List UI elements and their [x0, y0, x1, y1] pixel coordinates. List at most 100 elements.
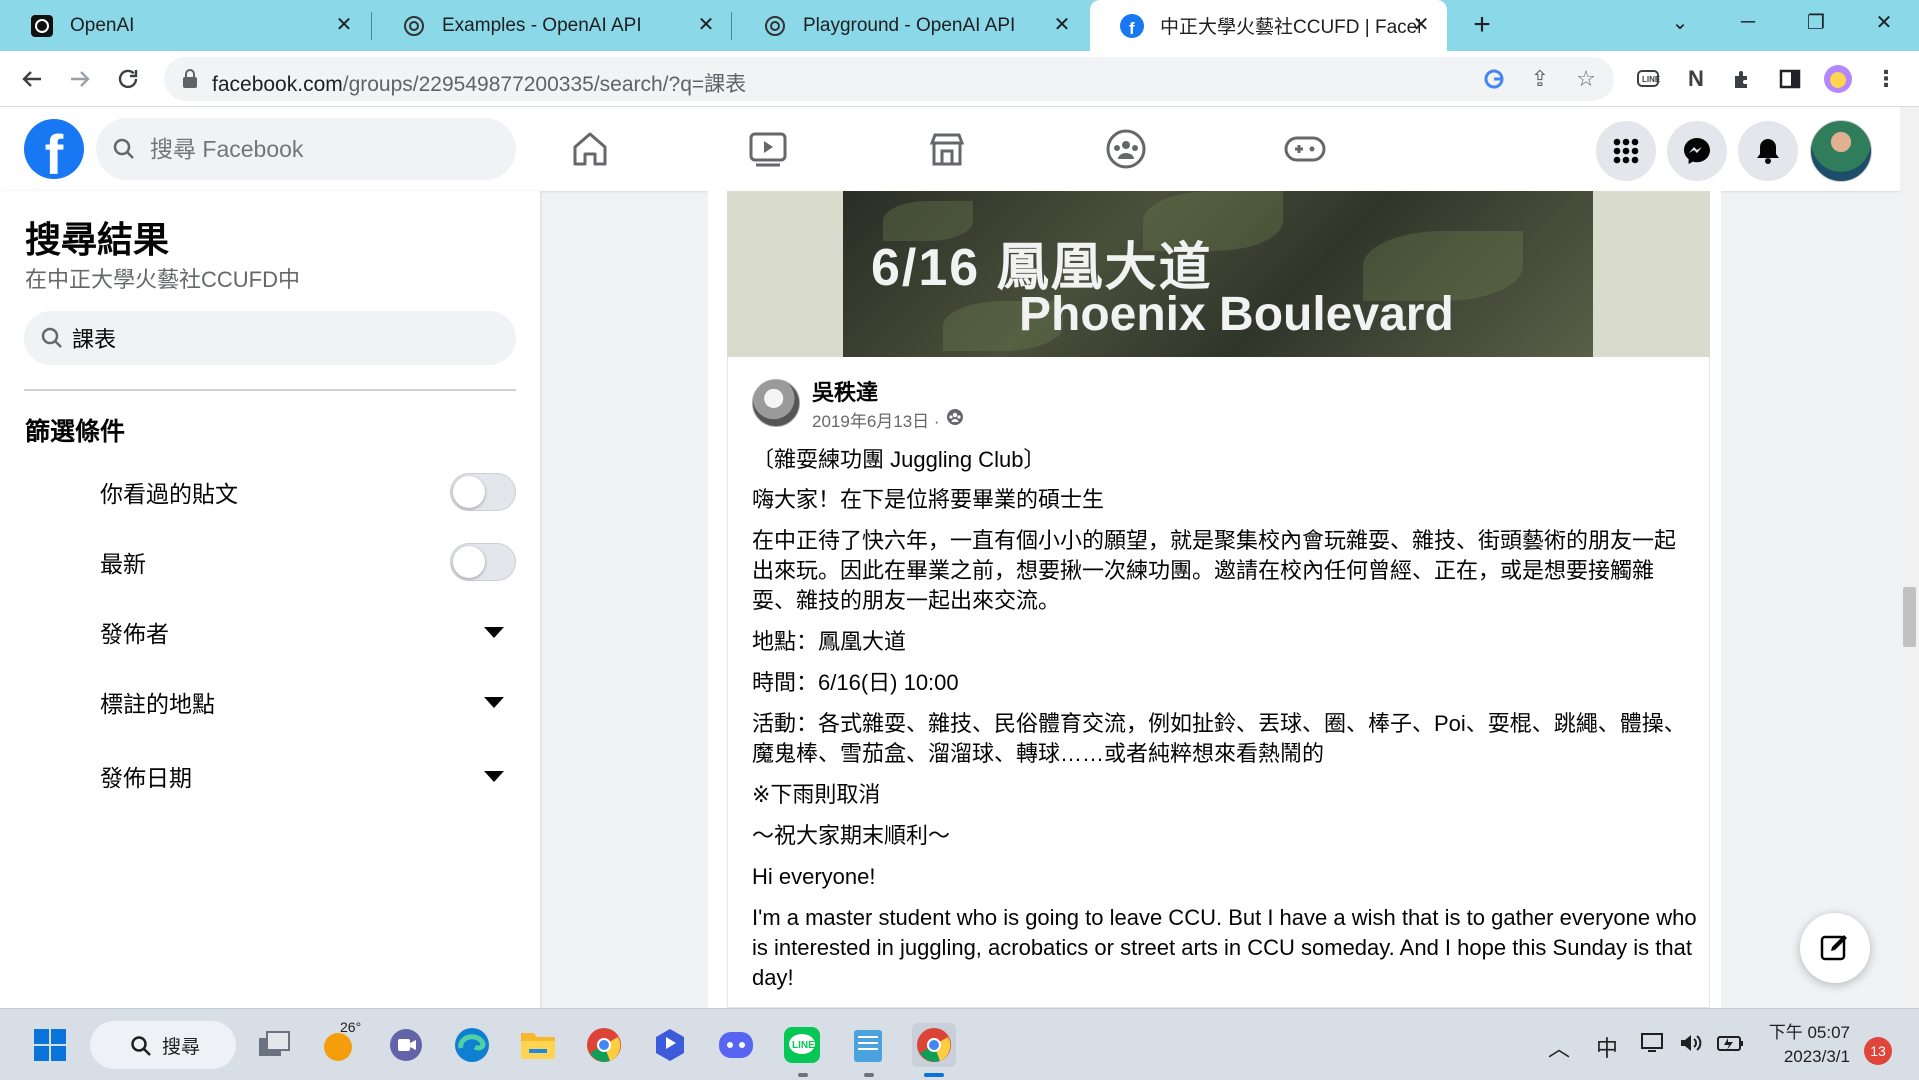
page-scrollbar[interactable]: [1900, 107, 1919, 1008]
chrome-active-icon[interactable]: [912, 1023, 956, 1067]
close-tab-icon[interactable]: ✕: [694, 13, 718, 37]
filter-label: 最新: [100, 551, 146, 577]
side-panel-icon[interactable]: [1774, 63, 1806, 95]
extensions-puzzle-icon[interactable]: [1726, 63, 1758, 95]
tab-separator: [731, 12, 732, 40]
search-icon: [130, 1035, 152, 1063]
back-button[interactable]: [14, 61, 50, 97]
tab-playground[interactable]: Playground - OpenAI API ✕: [733, 0, 1088, 51]
post-event-image[interactable]: 6/16 鳳凰大道 Phoenix Boulevard: [843, 191, 1593, 357]
network-icon[interactable]: [1640, 1031, 1666, 1061]
menu-grid-icon[interactable]: [1596, 121, 1656, 181]
bing-chat-icon[interactable]: [648, 1023, 692, 1067]
forward-button[interactable]: [62, 61, 98, 97]
close-tab-icon[interactable]: ✕: [1050, 13, 1074, 37]
dropdown-caret-icon[interactable]: [484, 626, 504, 638]
image-caption-place: Phoenix Boulevard: [1019, 288, 1454, 341]
privacy-group-icon: [946, 408, 964, 431]
filter-tagged-location[interactable]: 標註的地點: [100, 678, 516, 726]
filter-posted-by[interactable]: 發佈者: [100, 608, 516, 656]
post-meta: 2019年6月13日 ·: [812, 407, 964, 432]
active-indicator: [924, 1073, 944, 1077]
notification-count-badge[interactable]: 13: [1864, 1037, 1892, 1065]
tab-title: Playground - OpenAI API: [803, 14, 1016, 36]
minimize-button[interactable]: ─: [1718, 0, 1778, 44]
new-tab-button[interactable]: +: [1464, 8, 1500, 44]
profile-avatar-icon[interactable]: [1822, 63, 1854, 95]
tab-openai[interactable]: OpenAI ✕: [0, 0, 370, 51]
close-tab-icon[interactable]: ✕: [332, 13, 356, 37]
close-tab-icon[interactable]: ✕: [1409, 13, 1433, 37]
notifications-bell-icon[interactable]: [1738, 121, 1798, 181]
post-paragraph: 地點：鳳凰大道: [752, 629, 907, 654]
marketplace-icon[interactable]: [917, 119, 977, 179]
home-icon[interactable]: [560, 119, 620, 179]
task-view-icon[interactable]: [252, 1023, 296, 1067]
reload-button[interactable]: [110, 61, 146, 97]
dropdown-caret-icon[interactable]: [484, 696, 504, 708]
input-method-indicator[interactable]: 中: [1596, 1031, 1618, 1063]
post-author[interactable]: 吳秩達: [812, 375, 878, 407]
chrome-icon[interactable]: [582, 1023, 626, 1067]
author-avatar[interactable]: [752, 379, 800, 427]
filter-seen-posts[interactable]: 你看過的貼文: [100, 468, 516, 516]
gaming-icon[interactable]: [1275, 119, 1335, 179]
post-paragraph: ※下雨則取消: [752, 782, 881, 807]
filter-latest[interactable]: 最新: [100, 538, 516, 586]
filter-date-posted[interactable]: 發佈日期: [100, 752, 516, 800]
system-clock[interactable]: 下午 05:07 2023/3/1: [1758, 1021, 1850, 1069]
dropdown-caret-icon[interactable]: [484, 770, 504, 782]
url-domain: facebook.com: [212, 73, 343, 96]
address-bar[interactable]: facebook.com/groups/229549877200335/sear…: [164, 57, 1614, 101]
restore-button[interactable]: ❐: [1786, 0, 1846, 44]
facebook-logo-icon[interactable]: f: [24, 119, 84, 179]
scrollbar-thumb[interactable]: [1903, 587, 1916, 647]
taskbar-search-box[interactable]: 搜尋: [90, 1021, 236, 1069]
new-message-button[interactable]: [1800, 913, 1870, 983]
url-path: /groups/229549877200335/search/?q=課表: [342, 73, 747, 96]
openai-icon: [763, 14, 787, 38]
weather-widget-icon[interactable]: 26°: [318, 1019, 362, 1067]
groups-icon[interactable]: [1096, 119, 1156, 179]
post-paragraph: 活動：各式雜耍、雜技、民俗體育交流，例如扯鈴、丟球、圈、棒子、Poi、耍棍、跳繩…: [752, 711, 1686, 766]
post-paragraph: 在中正待了快六年，一直有個小小的願望，就是聚集校內會玩雜耍、雜技、街頭藝術的朋友…: [752, 528, 1677, 613]
lock-icon[interactable]: [182, 69, 198, 94]
group-search-input[interactable]: [72, 322, 472, 354]
toggle-knob: [453, 546, 485, 578]
close-window-button[interactable]: ✕: [1854, 0, 1914, 44]
filters-heading: 篩選條件: [25, 418, 126, 446]
edge-browser-icon[interactable]: [450, 1023, 494, 1067]
group-search-box[interactable]: [24, 311, 516, 365]
messenger-icon[interactable]: [1667, 121, 1727, 181]
facebook-search-input[interactable]: [150, 132, 490, 166]
battery-icon[interactable]: [1716, 1031, 1744, 1061]
bookmark-star-icon[interactable]: ☆: [1572, 65, 1600, 93]
user-avatar[interactable]: [1810, 120, 1872, 182]
openai-icon: [402, 14, 426, 38]
show-hidden-icons-chevron[interactable]: ︿: [1548, 1031, 1570, 1063]
share-icon[interactable]: ⇪: [1526, 65, 1554, 93]
weather-temperature: 26°: [340, 1019, 362, 1035]
file-explorer-icon[interactable]: [516, 1023, 560, 1067]
watch-icon[interactable]: [738, 119, 798, 179]
post-date[interactable]: 2019年6月13日 ·: [812, 407, 940, 432]
post-paragraph: ～祝大家期末順利～: [752, 823, 951, 848]
running-indicator: [864, 1073, 874, 1077]
extension-notion-icon[interactable]: N: [1680, 63, 1712, 95]
tab-examples[interactable]: Examples - OpenAI API ✕: [372, 0, 732, 51]
discord-icon[interactable]: [714, 1023, 758, 1067]
teams-chat-icon[interactable]: [384, 1023, 428, 1067]
extension-chat-icon[interactable]: LINE: [1632, 63, 1664, 95]
line-app-icon[interactable]: LINE: [780, 1023, 824, 1067]
notepad-icon[interactable]: [846, 1023, 890, 1067]
google-lens-icon[interactable]: [1480, 65, 1508, 93]
start-windows-icon[interactable]: [28, 1023, 72, 1067]
tab-facebook-active[interactable]: f 中正大學火藝社CCUFD | Facebook ✕: [1090, 0, 1447, 51]
chrome-menu-icon[interactable]: ⋮: [1870, 63, 1902, 95]
search-scope-subtitle: 在中正大學火藝社CCUFD中: [25, 267, 300, 292]
volume-icon[interactable]: [1678, 1031, 1704, 1061]
tab-search-chevron-icon[interactable]: ⌄: [1650, 0, 1710, 44]
seen-posts-toggle[interactable]: [450, 473, 516, 511]
latest-toggle[interactable]: [450, 543, 516, 581]
facebook-search-box[interactable]: [96, 118, 516, 180]
